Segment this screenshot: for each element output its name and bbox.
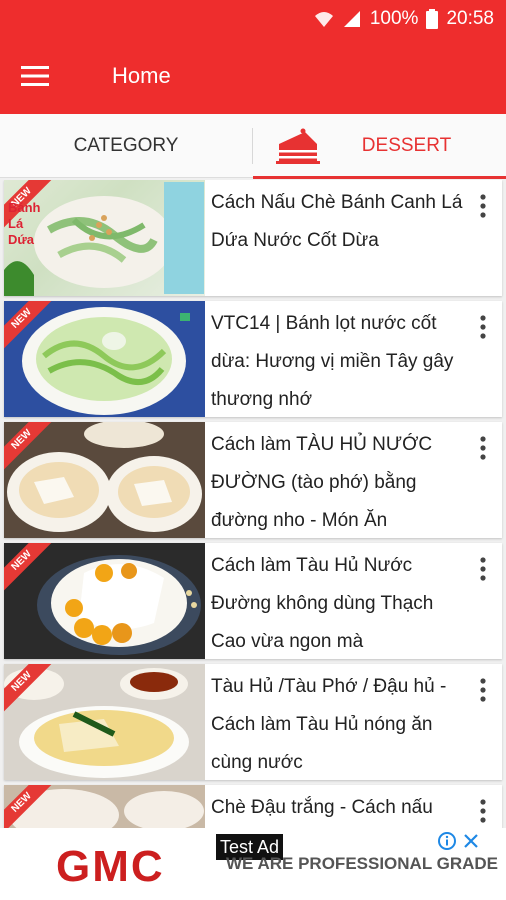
dessert-image bbox=[37, 555, 201, 655]
ad-logo: GMC bbox=[56, 842, 165, 891]
thumbnail: NEW bbox=[4, 422, 205, 538]
list-item[interactable]: NEW Tàu Hủ /Tàu Phớ / Đậu hủ - Cách làm … bbox=[4, 664, 502, 780]
dessert-image bbox=[7, 422, 202, 532]
video-title: Cách làm Tàu Hủ Nước Đường không dùng Th… bbox=[211, 555, 434, 652]
more-vert-icon bbox=[480, 799, 486, 823]
ad-info-icon[interactable] bbox=[438, 832, 456, 850]
tab-category[interactable]: CATEGORY bbox=[0, 128, 253, 164]
tab-label: DESSERT bbox=[361, 135, 452, 156]
menu-button[interactable] bbox=[0, 38, 70, 114]
battery-percent: 100% bbox=[369, 8, 419, 29]
video-list[interactable]: NEW Bánh Lá Dứa Cách Nấu Chè Bánh Canh L… bbox=[0, 180, 506, 828]
more-vert-icon bbox=[480, 678, 486, 702]
ad-tagline: WE ARE PROFESSIONAL GRADE bbox=[226, 854, 499, 873]
thumbnail: NEW bbox=[4, 543, 205, 659]
more-options-button[interactable] bbox=[464, 180, 502, 296]
thumbnail: NEW bbox=[4, 301, 205, 417]
tab-indicator bbox=[253, 176, 506, 179]
more-options-button[interactable] bbox=[464, 785, 502, 828]
thumbnail: NEW bbox=[4, 785, 205, 828]
thumbnail: NEW Bánh Lá Dứa bbox=[4, 180, 205, 296]
more-vert-icon bbox=[480, 315, 486, 339]
clock: 20:58 bbox=[446, 8, 494, 29]
page-title: Home bbox=[112, 63, 171, 88]
more-vert-icon bbox=[480, 194, 486, 218]
video-title: Chè Đậu trắng - Cách nấu bbox=[211, 797, 433, 818]
video-title: Tàu Hủ /Tàu Phớ / Đậu hủ - Cách làm Tàu … bbox=[211, 676, 447, 773]
ad-controls bbox=[438, 832, 480, 850]
more-options-button[interactable] bbox=[464, 664, 502, 780]
more-vert-icon bbox=[480, 557, 486, 581]
more-options-button[interactable] bbox=[464, 543, 502, 659]
more-options-button[interactable] bbox=[464, 301, 502, 417]
video-title: Cách Nấu Chè Bánh Canh Lá Dứa Nước Cốt D… bbox=[211, 192, 463, 251]
more-vert-icon bbox=[480, 436, 486, 460]
dessert-image bbox=[22, 307, 190, 415]
video-title: VTC14 | Bánh lọt nước cốt dừa: Hương vị … bbox=[211, 313, 454, 410]
dessert-image bbox=[4, 668, 189, 778]
thumbnail-caption: Bánh Lá Dứa bbox=[8, 200, 41, 247]
list-item[interactable]: NEW Chè Đậu trắng - Cách nấu bbox=[4, 785, 502, 828]
list-item[interactable]: NEW Cách làm TÀU HỦ NƯỚC ĐƯỜNG (tào phớ)… bbox=[4, 422, 502, 538]
thumbnail: NEW bbox=[4, 664, 205, 780]
status-bar: 100% 20:58 bbox=[0, 0, 506, 38]
tab-dessert[interactable]: DESSERT bbox=[253, 114, 506, 179]
more-options-button[interactable] bbox=[464, 422, 502, 538]
wifi-icon bbox=[314, 12, 333, 27]
list-item[interactable]: NEW Bánh Lá Dứa Cách Nấu Chè Bánh Canh L… bbox=[4, 180, 502, 296]
list-item[interactable]: NEW VTC14 | Bánh lọt nước cốt dừa: Hương… bbox=[4, 301, 502, 417]
battery-icon bbox=[426, 9, 439, 29]
tab-bar: CATEGORY DESSERT bbox=[0, 114, 506, 179]
cake-icon bbox=[276, 128, 320, 164]
app-bar: Home bbox=[0, 38, 506, 114]
hamburger-menu-icon bbox=[21, 66, 49, 86]
signal-icon bbox=[343, 11, 360, 27]
close-icon[interactable] bbox=[462, 832, 480, 850]
tab-label: CATEGORY bbox=[73, 135, 179, 156]
list-item[interactable]: NEW Cách làm Tàu Hủ Nước Đường không dùn… bbox=[4, 543, 502, 659]
video-title: Cách làm TÀU HỦ NƯỚC ĐƯỜNG (tào phớ) bằn… bbox=[211, 434, 433, 531]
ad-banner[interactable]: GMC Test Ad WE ARE PROFESSIONAL GRADE bbox=[0, 828, 506, 900]
